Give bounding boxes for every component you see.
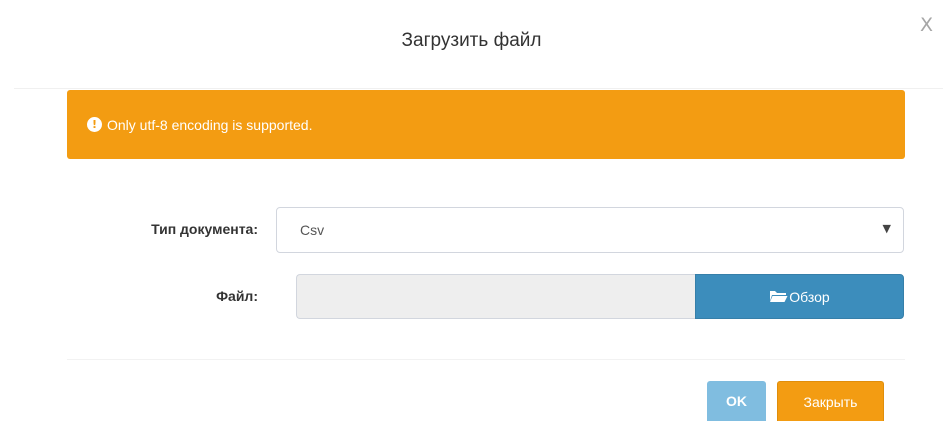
encoding-warning-alert: ! Only utf-8 encoding is supported.: [67, 90, 905, 159]
upload-file-modal: Загрузить файл X ! Only utf-8 encoding i…: [0, 0, 943, 421]
alert-message: Only utf-8 encoding is supported.: [107, 116, 313, 133]
header-divider: [14, 88, 943, 89]
file-input-group: Обзор: [296, 274, 904, 319]
folder-open-icon: [769, 289, 788, 306]
close-icon[interactable]: X: [920, 14, 933, 36]
footer-divider: [67, 359, 905, 360]
doc-type-select[interactable]: Csv ▼: [276, 207, 904, 253]
modal-title: Загрузить файл: [401, 30, 542, 51]
doc-type-selected-value: Csv: [300, 222, 325, 238]
doc-type-label: Тип документа:: [151, 221, 258, 237]
browse-button-label: Обзор: [789, 288, 830, 305]
close-button[interactable]: Закрыть: [777, 381, 884, 421]
browse-button[interactable]: Обзор: [695, 274, 904, 319]
caret-down-icon: ▼: [882, 222, 891, 235]
file-label: Файл:: [216, 288, 258, 304]
exclamation-circle-icon: !: [87, 117, 102, 132]
ok-button[interactable]: OK: [707, 381, 766, 421]
file-path-field[interactable]: [296, 274, 695, 319]
